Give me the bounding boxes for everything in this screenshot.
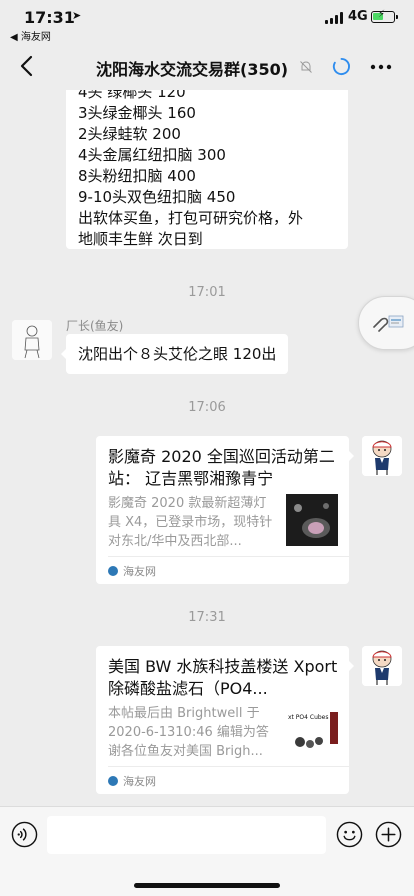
message-bubble[interactable]: 沈阳出个８头艾伦之眼 120出: [60, 334, 289, 374]
add-more-icon[interactable]: [375, 821, 402, 848]
card-title: 美国 BW 水族科技盖楼送 Xport 除磷酸盐滤石（PO4...: [108, 657, 338, 698]
article-card[interactable]: 影魔奇 2020 全国巡回活动第二站： 辽吉黑鄂湘豫青宁 影魔奇 2020 款最…: [96, 436, 354, 584]
back-arrow-icon[interactable]: [16, 54, 40, 78]
signal-strength-icon: [325, 12, 343, 24]
chat-header: 沈阳海水交流交易群(350): [0, 44, 414, 90]
message-line: 8头粉纽扣脑 400: [78, 167, 196, 185]
avatar[interactable]: [362, 436, 402, 476]
more-options-icon[interactable]: [370, 64, 392, 70]
message-line: 3头绿金椰头 160: [78, 104, 196, 122]
card-description: 影魔奇 2020 款最新超薄灯具 X4，已登录市场，现特针对东北/华中及西北部.…: [108, 496, 273, 549]
location-arrow-icon: ➤: [72, 9, 82, 22]
card-source: 海友网: [123, 775, 156, 788]
message-line: 出软体买鱼，打包可研究价格，外: [78, 209, 304, 227]
lamp-thumbnail-icon: [286, 494, 338, 546]
card-source: 海友网: [123, 565, 156, 578]
cartoon-avatar-icon: [362, 436, 402, 476]
emoji-icon[interactable]: [336, 821, 363, 848]
message-timestamp: 17:01: [188, 285, 226, 300]
sender-name: 厂长(鱼友): [66, 319, 124, 333]
message-timestamp: 17:31: [188, 610, 226, 625]
avatar[interactable]: [362, 646, 402, 686]
charging-bolt-icon: ⚡: [378, 9, 386, 20]
message-input-bar: [0, 806, 414, 896]
card-divider: [108, 556, 349, 557]
chat-messages-area[interactable]: 4头 绿椰头 120 3头绿金椰头 160 2头绿蛙软 200 4头金属红纽扣脑…: [0, 90, 414, 806]
message-line: 地顺丰生鲜 次日到: [78, 230, 203, 248]
paperclip-icon: [373, 315, 404, 332]
cartoon-avatar-icon: [362, 646, 402, 686]
message-timestamp: 17:06: [188, 400, 226, 415]
card-thumbnail: xt PO4 Cubes: [286, 704, 338, 756]
status-bar: 17:31 ➤ ◀ 海友网 4G ⚡: [0, 0, 414, 44]
chat-title: 沈阳海水交流交易群(350): [96, 60, 289, 79]
message-line: 4头金属红纽扣脑 300: [78, 146, 226, 164]
source-logo-icon: [108, 776, 118, 786]
avatar[interactable]: [12, 320, 52, 360]
battery-icon: ⚡: [371, 9, 398, 23]
network-type: 4G: [348, 9, 368, 24]
message-input[interactable]: [47, 816, 326, 854]
back-to-app-link[interactable]: ◀ 海友网: [10, 28, 51, 43]
message-line: 9-10头双色纽扣脑 450: [78, 188, 236, 206]
card-thumbnail: [286, 494, 338, 546]
message-line: 4头 绿椰头 120: [78, 90, 186, 101]
product-thumbnail-icon: [295, 712, 338, 748]
article-card[interactable]: 美国 BW 水族科技盖楼送 Xport 除磷酸盐滤石（PO4... 本帖最后由 …: [96, 646, 354, 794]
sketch-avatar-icon: [12, 320, 52, 360]
source-logo-icon: [108, 566, 118, 576]
floating-minimized-window-button[interactable]: [358, 296, 414, 350]
loading-spinner-icon: [332, 57, 350, 76]
voice-input-icon[interactable]: [11, 821, 38, 848]
mute-bell-icon: [300, 61, 312, 73]
card-divider: [108, 766, 349, 767]
card-description: 本帖最后由 Brightwell 于 2020-6-1310:46 编辑为答谢各…: [108, 706, 269, 759]
home-indicator[interactable]: [134, 883, 280, 888]
status-time: 17:31: [24, 8, 75, 27]
message-bubble[interactable]: 4头 绿椰头 120 3头绿金椰头 160 2头绿蛙软 200 4头金属红纽扣脑…: [66, 90, 348, 249]
message-line: 2头绿蛙软 200: [78, 125, 181, 143]
card-title: 影魔奇 2020 全国巡回活动第二站： 辽吉黑鄂湘豫青宁: [108, 447, 335, 488]
